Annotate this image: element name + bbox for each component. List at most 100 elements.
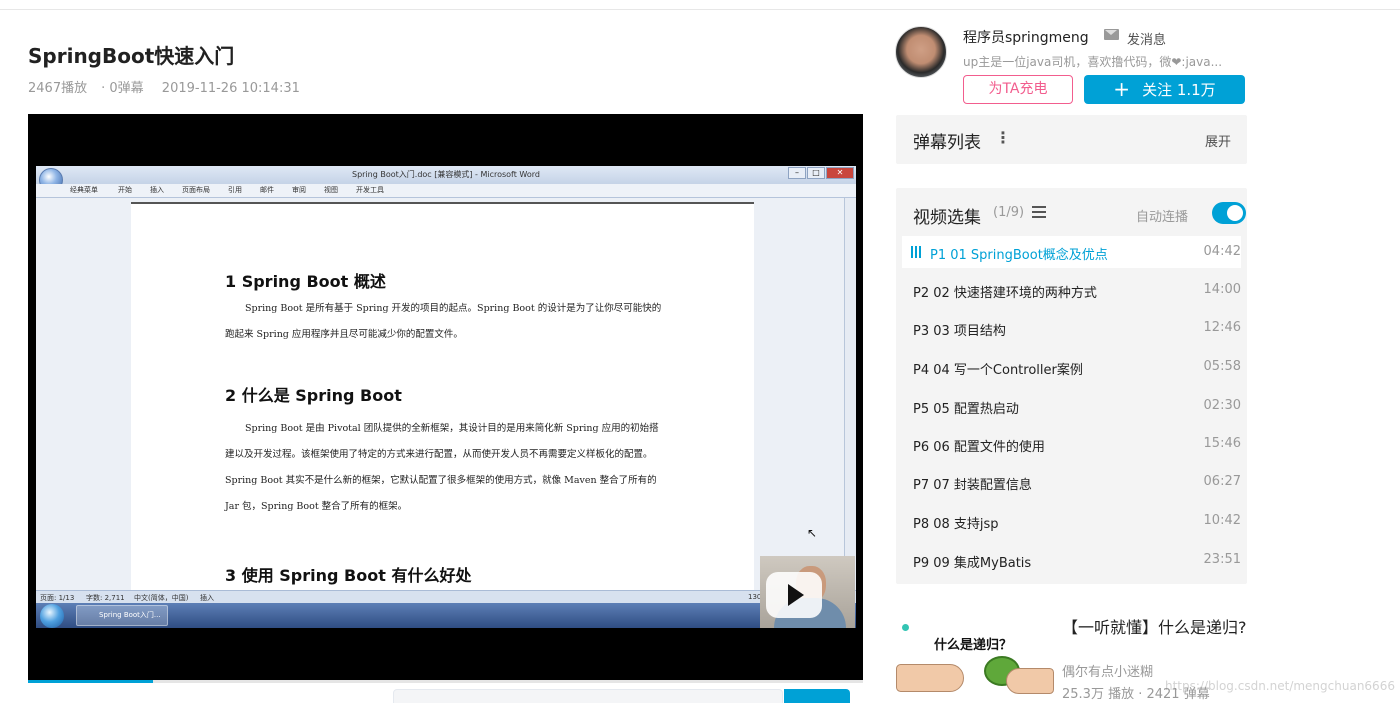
- expand-button[interactable]: 展开: [1205, 131, 1231, 150]
- playlist-item-label: P2 02 快速搭建环境的两种方式: [913, 286, 1097, 301]
- recommended-stats: 25.3万 播放 · 2421 弹幕: [1062, 687, 1210, 702]
- status-language: 中文(简体，中国): [134, 594, 189, 602]
- charge-button[interactable]: 为TA充电: [963, 75, 1073, 104]
- up-avatar[interactable]: [895, 26, 947, 78]
- playlist-item-label: P1 01 SpringBoot概念及优点: [930, 248, 1108, 263]
- follow-label: 关注 1.1万: [1142, 81, 1216, 99]
- word-page: 1 Spring Boot 概述 Spring Boot 是所有基于 Sprin…: [131, 202, 754, 602]
- publish-date: 2019-11-26 10:14:31: [161, 81, 300, 96]
- autoplay-toggle[interactable]: [1212, 202, 1246, 224]
- playlist-item[interactable]: P2 02 快速搭建环境的两种方式 14:00: [902, 274, 1241, 306]
- thumb-dot: [902, 624, 909, 631]
- danmaku-count: 0弹幕: [109, 81, 144, 96]
- windows-start-icon: [40, 604, 64, 628]
- up-description: up主是一位java司机，喜欢撸代码，微❤:java...: [963, 55, 1223, 69]
- recommended-thumbnail[interactable]: 什么是递归？: [896, 612, 1054, 703]
- danmaku-input[interactable]: [393, 689, 783, 703]
- doc-paragraph: Spring Boot 是所有基于 Spring 开发的项目的起点。Spring…: [225, 303, 662, 340]
- playlist-panel: 视频选集 (1/9) 自动连播 P1 01 SpringBoot概念及优点 04…: [896, 188, 1247, 584]
- status-insert: 插入: [200, 594, 214, 602]
- playlist-item-label: P5 05 配置热启动: [913, 402, 1019, 417]
- video-meta: 2467播放 · 0弹幕 2019-11-26 10:14:31: [28, 77, 314, 96]
- taskbar-item: Spring Boot入门...: [76, 605, 168, 626]
- ribbon-tab: 视图: [324, 186, 338, 194]
- playlist-item-duration: 04:42: [1203, 244, 1241, 259]
- top-divider: [0, 9, 1400, 10]
- recommended-video[interactable]: 什么是递归？ 【一听就懂】什么是递归? 偶尔有点小迷糊 25.3万 播放 · 2…: [896, 604, 1247, 703]
- mail-icon[interactable]: [1104, 29, 1119, 40]
- playlist-item[interactable]: P5 05 配置热启动 02:30: [902, 390, 1241, 422]
- meta-separator: ·: [101, 81, 106, 96]
- playlist-item-duration: 06:27: [1203, 474, 1241, 489]
- playlist-item[interactable]: P9 09 集成MyBatis 23:51: [902, 544, 1241, 576]
- windows-taskbar: Spring Boot入门...: [36, 603, 856, 628]
- ribbon-tab: 经典菜单: [70, 186, 98, 194]
- play-count: 2467播放: [28, 81, 88, 96]
- danmaku-send-button[interactable]: [784, 689, 850, 703]
- plus-icon: +: [1113, 77, 1131, 101]
- more-vertical-icon[interactable]: ⋮: [995, 128, 1011, 147]
- ribbon-tab: 开发工具: [356, 186, 384, 194]
- playlist-item[interactable]: P8 08 支持jsp 10:42: [902, 505, 1241, 537]
- video-title: SpringBoot快速入门: [28, 44, 235, 68]
- send-message-link[interactable]: 发消息: [1127, 29, 1166, 48]
- word-ribbon: 经典菜单 开始 插入 页面布局 引用 邮件 审阅 视图 开发工具: [36, 184, 856, 198]
- status-words: 字数: 2,711: [86, 594, 125, 602]
- playlist-item-duration: 05:58: [1203, 359, 1241, 374]
- word-statusbar: 页面: 1/13 字数: 2,711 中文(简体，中国) 插入 130: [36, 590, 856, 603]
- thumbnail-text: 什么是递归？: [934, 638, 1013, 653]
- playlist-item-duration: 23:51: [1203, 552, 1241, 567]
- minimize-icon: –: [788, 167, 806, 179]
- playlist-item-duration: 10:42: [1203, 513, 1241, 528]
- playlist-item-label: P3 03 项目结构: [913, 324, 1006, 339]
- playlist-item-duration: 02:30: [1203, 398, 1241, 413]
- playlist-item[interactable]: P7 07 封装配置信息 06:27: [902, 466, 1241, 498]
- doc-heading: 2 什么是 Spring Boot: [225, 386, 402, 405]
- ribbon-tab: 邮件: [260, 186, 274, 194]
- play-icon[interactable]: [766, 572, 822, 618]
- word-scrollbar: [844, 198, 856, 590]
- playlist-item[interactable]: P6 06 配置文件的使用 15:46: [902, 428, 1241, 460]
- danmaku-list-panel[interactable]: 弹幕列表 ⋮ 展开: [896, 115, 1247, 164]
- recommended-title[interactable]: 【一听就懂】什么是递归?: [1062, 614, 1252, 638]
- playlist-title: 视频选集: [913, 208, 981, 228]
- maximize-icon: □: [807, 167, 825, 179]
- playlist-item-duration: 14:00: [1203, 282, 1241, 297]
- word-document-area: 1 Spring Boot 概述 Spring Boot 是所有基于 Sprin…: [36, 198, 844, 602]
- autoplay-label: 自动连播: [1136, 210, 1189, 225]
- video-frame: Spring Boot入门.doc [兼容模式] - Microsoft Wor…: [36, 166, 856, 628]
- playlist-item-duration: 12:46: [1203, 320, 1241, 335]
- playlist-item-label: P6 06 配置文件的使用: [913, 440, 1045, 455]
- playlist-item-label: P8 08 支持jsp: [913, 517, 999, 532]
- ribbon-tab: 插入: [150, 186, 164, 194]
- video-player[interactable]: Spring Boot入门.doc [兼容模式] - Microsoft Wor…: [28, 114, 863, 680]
- danmaku-list-title: 弹幕列表: [913, 133, 981, 153]
- playlist-item[interactable]: P1 01 SpringBoot概念及优点 04:42: [902, 236, 1241, 268]
- recommended-author[interactable]: 偶尔有点小迷糊: [1062, 661, 1153, 680]
- hand-illustration: [896, 664, 964, 692]
- doc-heading: 3 使用 Spring Boot 有什么好处: [225, 566, 472, 585]
- doc-paragraph: Spring Boot 是由 Pivotal 团队提供的全新框架，其设计目的是用…: [225, 423, 659, 512]
- ribbon-tab: 开始: [118, 186, 132, 194]
- ribbon-tab: 引用: [228, 186, 242, 194]
- hand-illustration: [1006, 668, 1054, 694]
- status-page: 页面: 1/13: [40, 594, 75, 602]
- playlist-item[interactable]: P3 03 项目结构 12:46: [902, 312, 1241, 344]
- word-window-title: Spring Boot入门.doc [兼容模式] - Microsoft Wor…: [36, 166, 856, 184]
- playlist-item-label: P4 04 写一个Controller案例: [913, 363, 1083, 378]
- playlist-item[interactable]: P4 04 写一个Controller案例 05:58: [902, 351, 1241, 383]
- now-playing-icon: [911, 246, 923, 258]
- ribbon-tab: 页面布局: [182, 186, 210, 194]
- window-buttons: – □ ✕: [788, 167, 854, 179]
- follow-button[interactable]: + 关注 1.1万: [1084, 75, 1245, 104]
- list-view-icon[interactable]: [1032, 206, 1046, 218]
- danmaku-send-bar: [28, 683, 863, 703]
- playlist-item-duration: 15:46: [1203, 436, 1241, 451]
- playlist-item-label: P7 07 封装配置信息: [913, 478, 1032, 493]
- up-name[interactable]: 程序员springmeng: [963, 27, 1089, 47]
- playlist-count: (1/9): [993, 205, 1025, 220]
- ribbon-tab: 审阅: [292, 186, 306, 194]
- playlist-item-label: P9 09 集成MyBatis: [913, 556, 1032, 571]
- mouse-cursor-icon: ↖: [807, 526, 818, 540]
- doc-heading: 1 Spring Boot 概述: [225, 272, 386, 291]
